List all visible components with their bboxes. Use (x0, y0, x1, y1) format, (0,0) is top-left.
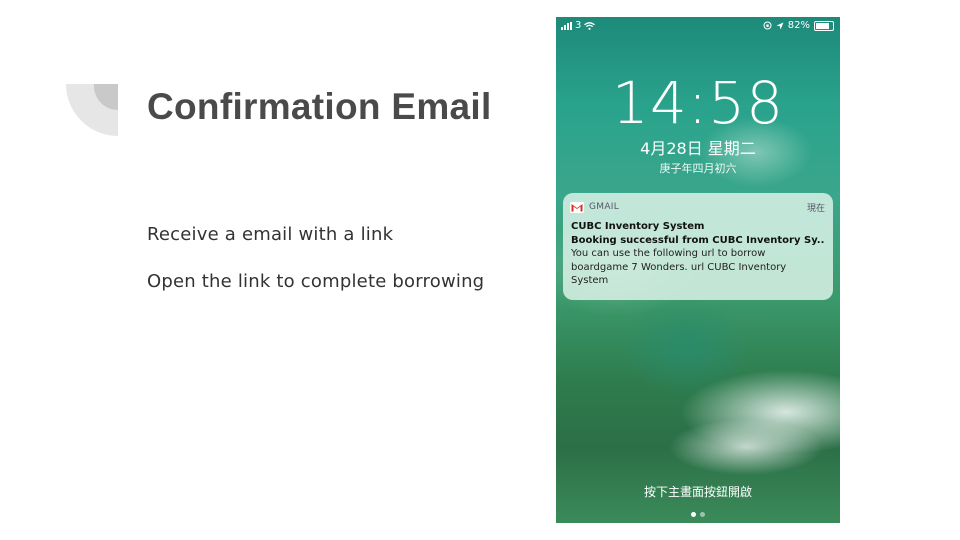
slide-title: Confirmation Email (147, 86, 492, 127)
notification-subtitle: Booking successful from CUBC Inventory S… (571, 234, 825, 246)
page-dot (700, 512, 705, 517)
bullet-item: Open the link to complete borrowing (147, 271, 485, 292)
notification-message: You can use the following url to borrow … (571, 248, 787, 286)
lock-screen-time: 14:58 (611, 69, 785, 137)
lock-screen-date: 4月28日 星期二 (640, 139, 756, 158)
page-dot (691, 512, 696, 517)
notification-app-name: GMAIL (589, 202, 620, 212)
battery-icon (814, 20, 834, 31)
carrier-label: 3 (575, 20, 582, 31)
location-arrow-icon (776, 22, 784, 29)
notification-time: 現在 (806, 203, 825, 214)
wifi-icon (584, 21, 596, 30)
orientation-lock-icon (763, 21, 772, 30)
phone-lock-screen-screenshot: 3 82% 14:58 4月28日 星期二 庚子年四月初六 GMAIL 現在 C… (556, 17, 840, 523)
page-indicator (556, 512, 840, 517)
gmail-notification[interactable]: GMAIL 現在 CUBC Inventory System Booking s… (563, 193, 833, 300)
notification-header: GMAIL 現在 (570, 199, 825, 215)
signal-strength-icon (561, 21, 572, 30)
unlock-hint: 按下主畫面按鈕開啟 (643, 485, 752, 499)
battery-percentage: 82% (787, 20, 810, 31)
status-bar: 3 82% (556, 19, 840, 33)
corner-arc-decoration (66, 84, 118, 136)
bullet-list: Receive a email with a link Open the lin… (147, 222, 527, 316)
lunar-date: 庚子年四月初六 (659, 162, 737, 175)
gmail-icon (570, 201, 584, 213)
notification-title: CUBC Inventory System (571, 221, 705, 232)
bullet-item: Receive a email with a link (147, 224, 394, 245)
